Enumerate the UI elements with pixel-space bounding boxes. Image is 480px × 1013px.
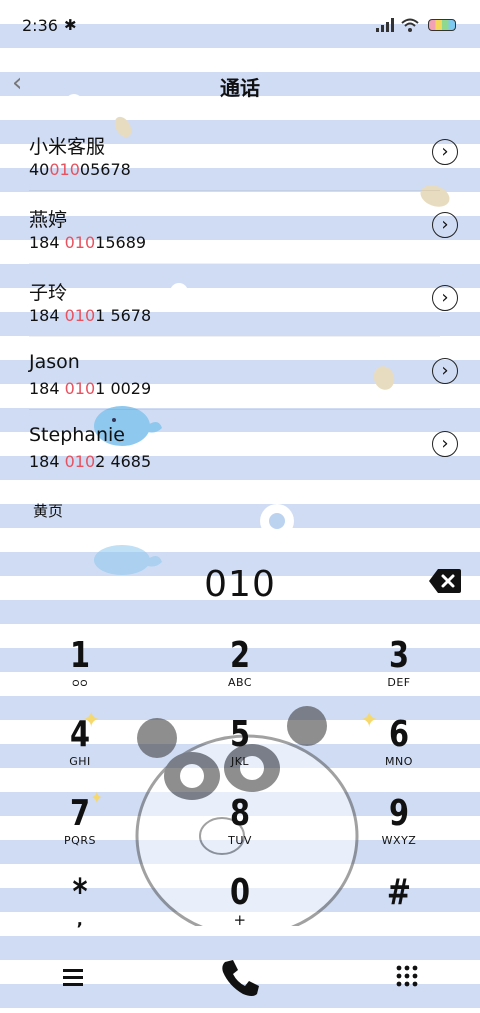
signal-icon [376, 18, 394, 32]
contact-row[interactable]: 燕婷 184 01015689 › [0, 191, 480, 264]
chevron-right-icon[interactable]: › [432, 358, 458, 384]
dialed-number: 010 [204, 564, 276, 605]
battery-icon [428, 19, 456, 31]
key-2[interactable]: 2 ABC [175, 632, 305, 706]
bottom-bar [0, 950, 480, 1010]
bluetooth-icon: ✱ [64, 16, 77, 34]
status-time: 2:36 [22, 16, 58, 35]
status-bar: 2:36 ✱ [0, 0, 480, 52]
header: ‹ 通话 [0, 58, 480, 110]
contact-number: 4001005678 [29, 160, 131, 179]
contact-name: 子玲 [29, 282, 68, 304]
chevron-right-icon[interactable]: › [432, 285, 458, 311]
key-4[interactable]: 4 GHI [15, 711, 145, 785]
voicemail-icon: ᴑᴑ [71, 676, 89, 689]
page-title: 通话 [220, 76, 260, 100]
key-star[interactable]: *, [15, 869, 145, 943]
contact-number: 184 0101 0029 [29, 379, 152, 398]
contact-name: 小米客服 [29, 136, 106, 158]
key-3[interactable]: 3 DEF [334, 632, 464, 706]
contact-name: Jason [29, 351, 80, 373]
menu-icon[interactable] [60, 964, 86, 990]
dialpad-icon[interactable] [395, 964, 419, 988]
contact-number: 184 01015689 [29, 233, 147, 252]
key-7[interactable]: 7 PQRS [15, 790, 145, 864]
wifi-icon [401, 18, 419, 32]
contact-list: 小米客服 4001005678 › 燕婷 184 01015689 › 子玲 1… [0, 118, 480, 483]
bubble-decoration [260, 504, 294, 538]
contact-number: 184 0102 4685 [29, 452, 152, 471]
yellow-pages-link[interactable]: 黄页 [33, 500, 63, 521]
contact-row[interactable]: Jason 184 0101 0029 › [0, 337, 480, 410]
key-5[interactable]: 5 JKL [175, 711, 305, 785]
backspace-icon[interactable] [428, 568, 462, 594]
contact-name: 燕婷 [29, 209, 68, 231]
chevron-right-icon[interactable]: › [432, 139, 458, 165]
key-6[interactable]: 6 MNO [334, 711, 464, 785]
key-1[interactable]: 1 ᴑᴑ [15, 632, 145, 706]
contact-name: Stephanie [29, 424, 125, 446]
contact-number: 184 0101 5678 [29, 306, 152, 325]
key-8[interactable]: 8 TUV [175, 790, 305, 864]
key-hash[interactable]: # [334, 869, 464, 943]
contact-row[interactable]: Stephanie 184 0102 4685 › [0, 410, 480, 483]
chevron-right-icon[interactable]: › [432, 431, 458, 457]
key-0[interactable]: 0 + [175, 869, 305, 943]
dial-display: 010 [0, 560, 480, 610]
keypad: 1 ᴑᴑ 2 ABC 3 DEF 4 GHI 5 JKL 6 MNO 7 PQRS 8 TUV … [0, 632, 480, 932]
key-9[interactable]: 9 WXYZ [334, 790, 464, 864]
contact-row[interactable]: 小米客服 4001005678 › [0, 118, 480, 191]
chevron-right-icon[interactable]: › [432, 212, 458, 238]
contact-row[interactable]: 子玲 184 0101 5678 › [0, 264, 480, 337]
phone-call-icon[interactable] [219, 958, 261, 998]
